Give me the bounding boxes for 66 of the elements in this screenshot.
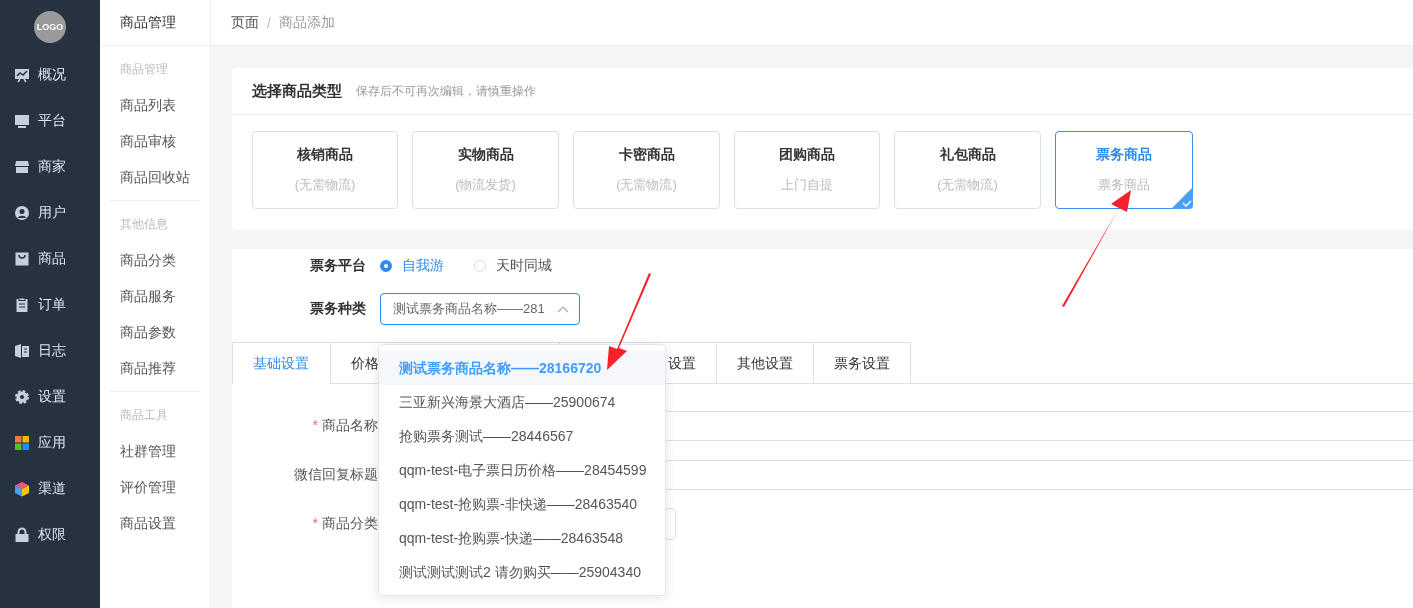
caret-icon bbox=[557, 305, 569, 313]
gear-icon bbox=[14, 389, 30, 405]
nav-item[interactable]: 应用 bbox=[0, 420, 100, 466]
submenu-item[interactable]: 评价管理 bbox=[110, 474, 200, 510]
nav-item[interactable]: 渠道 bbox=[0, 466, 100, 512]
dropdown-option[interactable]: 测试测试测试2 请勿购买——25904340 bbox=[379, 555, 665, 589]
nav-item[interactable]: 平台 bbox=[0, 98, 100, 144]
product-type-option[interactable]: 团购商品 上门自提 bbox=[734, 131, 880, 209]
product-type-option[interactable]: 礼包商品 (无需物流) bbox=[894, 131, 1041, 209]
product-type-option[interactable]: 卡密商品 (无需物流) bbox=[573, 131, 720, 209]
product-type-option[interactable]: 实物商品 (物流发货) bbox=[412, 131, 559, 209]
nav-item[interactable]: 概况 bbox=[0, 52, 100, 98]
submenu-heading: 商品管理 bbox=[119, 61, 169, 78]
radio-option[interactable]: 自我游 bbox=[380, 257, 444, 275]
nav-item[interactable]: 商家 bbox=[0, 144, 100, 190]
nav-item[interactable]: 订单 bbox=[0, 282, 100, 328]
card-hint: 保存后不可再次编辑，请慎重操作 bbox=[356, 82, 536, 100]
user-icon bbox=[14, 205, 30, 221]
lock-icon bbox=[14, 527, 30, 543]
field-label: 微信回复标题 bbox=[293, 466, 378, 484]
submenu-item[interactable]: 社群管理 bbox=[110, 438, 200, 474]
nav-item[interactable]: 用户 bbox=[0, 190, 100, 236]
shop-icon bbox=[14, 159, 30, 175]
submenu-item[interactable]: 商品回收站 bbox=[110, 164, 200, 200]
breadcrumb-item: 商品添加 bbox=[278, 13, 335, 32]
submenu-item[interactable]: 商品审核 bbox=[110, 128, 200, 164]
clipboard-icon bbox=[14, 297, 30, 313]
radio-option[interactable]: 天时同城 bbox=[474, 257, 552, 275]
tab[interactable]: 票务设置 bbox=[813, 342, 911, 383]
radio-icon[interactable] bbox=[380, 260, 392, 272]
field-label: 票务种类 bbox=[310, 300, 366, 318]
nav-item[interactable]: 权限 bbox=[0, 512, 100, 558]
check-corner-icon bbox=[1171, 187, 1193, 209]
tab[interactable]: 基础设置 bbox=[232, 342, 331, 384]
bag-icon bbox=[14, 251, 30, 267]
ticket-kind-select[interactable]: 测试票务商品名称——281 bbox=[380, 293, 580, 325]
dropdown-option[interactable]: qqm-test-电子票日历价格——28454599 bbox=[379, 453, 665, 487]
submenu-item[interactable]: 商品设置 bbox=[110, 510, 200, 546]
breadcrumb-item[interactable]: 页面 bbox=[231, 13, 259, 32]
submenu-item[interactable]: 商品参数 bbox=[110, 319, 200, 355]
card-title: 选择商品类型 bbox=[252, 81, 342, 101]
submenu-heading: 其他信息 bbox=[119, 216, 169, 233]
field-label: * 商品分类 bbox=[311, 515, 378, 533]
nav-item[interactable]: 设置 bbox=[0, 374, 100, 420]
monitor-icon bbox=[14, 113, 30, 129]
chart-icon bbox=[14, 67, 30, 83]
submenu-item[interactable]: 商品列表 bbox=[110, 92, 200, 128]
breadcrumb-separator: / bbox=[267, 14, 271, 31]
nav-item[interactable]: 商品 bbox=[0, 236, 100, 282]
nav-item[interactable]: 日志 bbox=[0, 328, 100, 374]
apps-icon bbox=[14, 435, 30, 451]
submenu-item[interactable]: 商品推荐 bbox=[110, 355, 200, 391]
cube-icon bbox=[14, 481, 30, 497]
dropdown-option[interactable]: qqm-test-抢购票-非快递——28463540 bbox=[379, 487, 665, 521]
field-label: * 商品名称 bbox=[311, 417, 378, 435]
dropdown-option[interactable]: qqm-test-抢购票-快递——28463548 bbox=[379, 521, 665, 555]
dropdown-option[interactable]: 抢购票务测试——28446567 bbox=[379, 419, 665, 453]
field-label: 票务平台 bbox=[310, 257, 366, 275]
submenu-item[interactable]: 商品分类 bbox=[110, 247, 200, 283]
submenu-item[interactable]: 商品服务 bbox=[110, 283, 200, 319]
book-icon bbox=[14, 343, 30, 359]
dropdown-option[interactable]: 三亚新兴海景大酒店——25900674 bbox=[379, 385, 665, 419]
submenu-heading: 商品工具 bbox=[119, 407, 169, 424]
product-type-option[interactable]: 核销商品 (无需物流) bbox=[252, 131, 398, 209]
submenu-title: 商品管理 bbox=[100, 0, 210, 46]
logo: LOGO bbox=[34, 11, 66, 43]
